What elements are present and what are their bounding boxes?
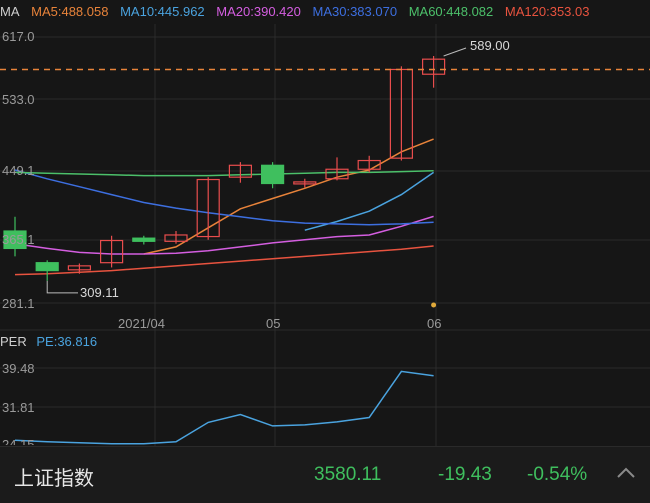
pe-value: PE:36.816 <box>36 334 98 349</box>
date-tick-2021-04: 2021/04 <box>118 316 165 331</box>
low-pointer <box>46 280 78 294</box>
pe-line <box>14 370 434 445</box>
per-indicator-label[interactable]: PER <box>0 334 27 349</box>
event-dot <box>431 302 437 308</box>
high-price-label: 589.00 <box>470 38 510 53</box>
index-name: 上证指数 <box>14 468 94 490</box>
per-tick-top: 39.48 <box>2 361 35 376</box>
index-price: 3580.11 <box>314 464 382 485</box>
index-ticker-bar[interactable]: 上证指数 3580.11 -19.43 -0.54% <box>0 446 650 503</box>
date-tick-06: 06 <box>427 316 442 331</box>
price-tick-617: 617.0 <box>2 29 35 44</box>
price-tick-533: 533.0 <box>2 92 35 107</box>
price-tick-449: 449.1 <box>2 163 35 178</box>
high-pointer <box>443 47 467 57</box>
chevron-up-icon[interactable] <box>614 461 638 485</box>
per-legend: PER PE:36.816 <box>0 334 97 349</box>
index-change-percent: -0.54% <box>527 464 588 485</box>
date-tick-05: 05 <box>266 316 281 331</box>
candle-body-4 <box>132 237 156 242</box>
per-tick-bottom: 24.15 <box>2 437 35 445</box>
price-chart[interactable] <box>0 0 650 446</box>
candle-body-8 <box>261 164 285 185</box>
ma60-line <box>14 170 434 177</box>
ma30-line <box>14 169 434 226</box>
index-change: -19.43 <box>438 464 492 485</box>
price-tick-365: 365.1 <box>2 232 35 247</box>
price-tick-281: 281.1 <box>2 296 35 311</box>
ma20-line <box>14 215 434 255</box>
per-tick-mid: 31.81 <box>2 400 35 415</box>
candle-body-1 <box>35 262 59 272</box>
low-price-label: 309.11 <box>80 285 119 300</box>
